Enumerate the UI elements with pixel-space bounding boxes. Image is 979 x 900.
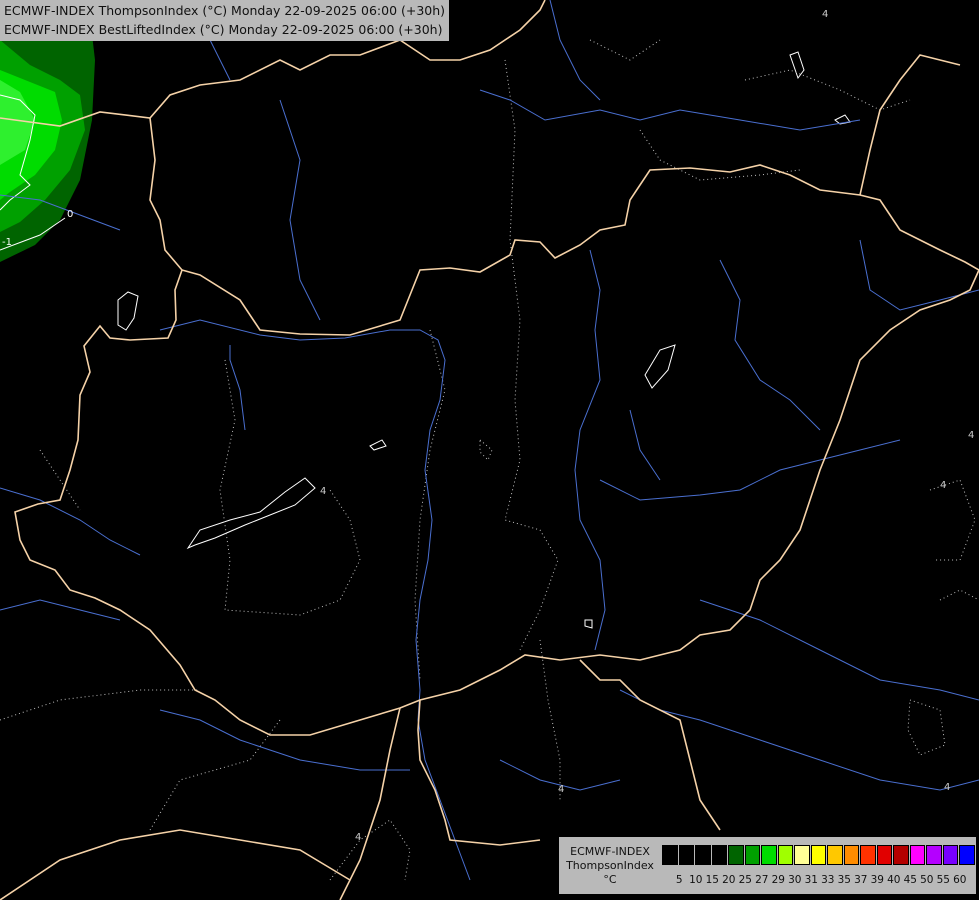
- contour-label: 4: [320, 486, 326, 497]
- contour-label: 4: [968, 430, 974, 441]
- legend-swatch: [662, 845, 678, 865]
- legend-swatch: [876, 845, 892, 865]
- legend-tick-label: 10: [689, 874, 703, 886]
- contour-label: 4: [944, 782, 950, 793]
- color-legend: ECMWF-INDEX ThompsonIndex °C 5 10 15 20 25 27…: [559, 837, 976, 894]
- legend-swatch: [678, 845, 694, 865]
- legend-swatch: [843, 845, 859, 865]
- legend-tick-label: 40: [887, 874, 901, 886]
- legend-tick-label: 29: [771, 874, 785, 886]
- legend-tick-label: 35: [837, 874, 851, 886]
- country-borders: [0, 0, 979, 900]
- legend-tick-label: 45: [903, 874, 917, 886]
- map-title-lifted: ECMWF-INDEX BestLiftedIndex (°C) Monday …: [4, 22, 443, 37]
- legend-swatch: [959, 845, 975, 865]
- legend-swatch: [926, 845, 942, 865]
- legend-swatch: [711, 845, 727, 865]
- legend-tick-label: 30: [788, 874, 802, 886]
- legend-swatch: [860, 845, 876, 865]
- legend-tick-label: 60: [953, 874, 967, 886]
- legend-title: ECMWF-INDEX ThompsonIndex °C: [561, 845, 659, 887]
- legend-title-model: ECMWF-INDEX: [570, 845, 650, 858]
- map-title-box: ECMWF-INDEX ThompsonIndex (°C) Monday 22…: [0, 0, 450, 41]
- contour-label: 4: [822, 9, 828, 20]
- legend-swatch: [942, 845, 958, 865]
- legend-tick-label: 50: [920, 874, 934, 886]
- contour-label: -1: [2, 237, 12, 248]
- legend-swatch: [810, 845, 826, 865]
- contour-label: 4: [940, 480, 946, 491]
- legend-swatch: [777, 845, 793, 865]
- legend-tick-label: 39: [870, 874, 884, 886]
- legend-swatch: [728, 845, 744, 865]
- legend-tick-label: 55: [936, 874, 950, 886]
- legend-tick-label: 15: [705, 874, 719, 886]
- legend-swatch: [695, 845, 711, 865]
- legend-tick-label: 20: [722, 874, 736, 886]
- map-title-thompson: ECMWF-INDEX ThompsonIndex (°C) Monday 22…: [4, 3, 446, 18]
- legend-swatch: [827, 845, 843, 865]
- legend-swatch: [794, 845, 810, 865]
- contour-label: 4: [558, 784, 564, 795]
- legend-swatch: [909, 845, 925, 865]
- legend-tick-label: 27: [755, 874, 769, 886]
- legend-tick-label: 5: [675, 874, 683, 886]
- weather-map: -1 0 4 4 4 4 4 4 4: [0, 0, 979, 900]
- legend-swatch: [761, 845, 777, 865]
- legend-swatch: [744, 845, 760, 865]
- thompson-index-contours: [0, 39, 979, 881]
- legend-ticks: 5 10 15 20 25 27 29 30 31 33 35 37 39 40 45 50 55 60: [671, 874, 968, 886]
- legend-swatch: [893, 845, 909, 865]
- legend-tick-label: 33: [821, 874, 835, 886]
- legend-swatches: [662, 845, 976, 865]
- contour-label: 4: [355, 832, 361, 843]
- legend-tick-label: 31: [804, 874, 818, 886]
- legend-title-unit: °C: [603, 873, 617, 886]
- legend-tick-label: 25: [738, 874, 752, 886]
- contour-label: 0: [67, 209, 73, 220]
- legend-tick-label: 37: [854, 874, 868, 886]
- legend-title-index: ThompsonIndex: [566, 859, 654, 872]
